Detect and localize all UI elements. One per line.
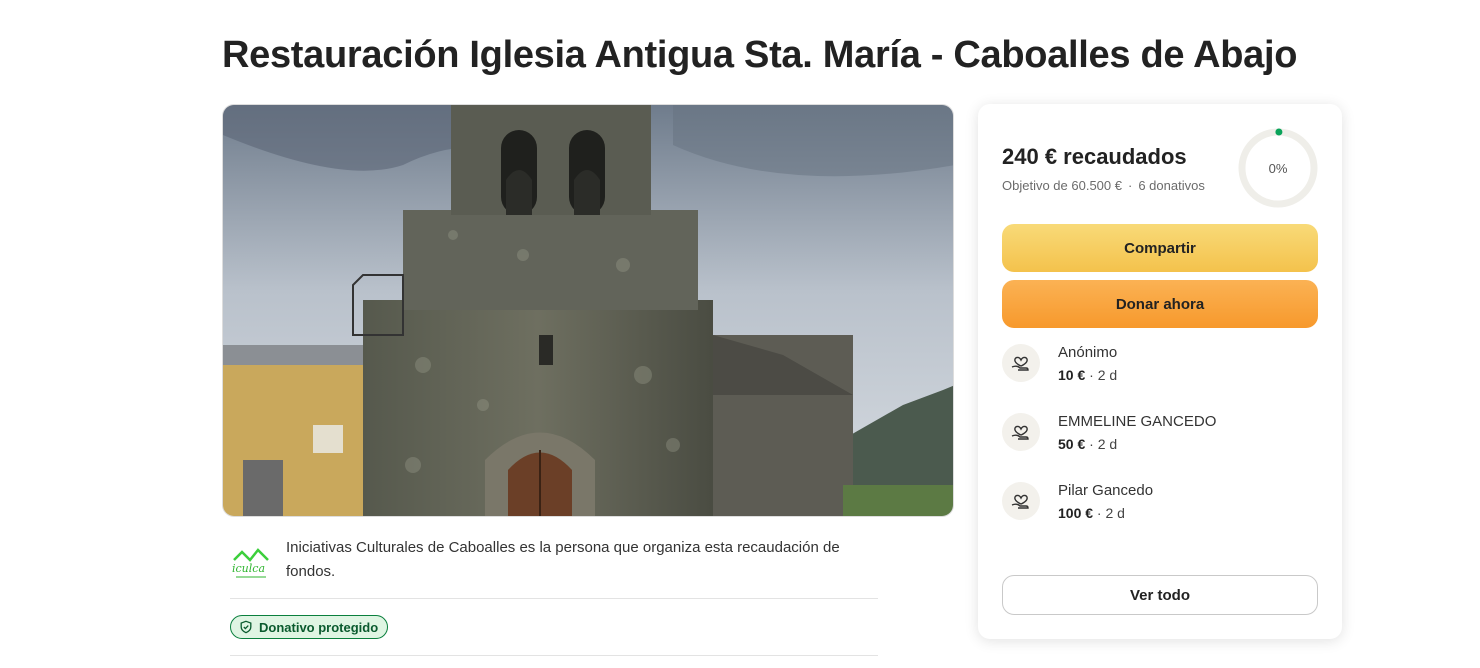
donation-amount: 50 € [1058, 436, 1086, 452]
donor-name: Pilar Gancedo [1058, 482, 1154, 499]
organizer-text: Iniciativas Culturales de Caboalles es l… [286, 539, 840, 580]
donation-card: 240 € recaudados Objetivo de 60.500 € · 6 … [978, 104, 1342, 639]
donation-time: · 2 d [1093, 505, 1125, 521]
shield-check-icon [240, 620, 252, 634]
campaign-meta: Objetivo de 60.500 € · 6 donativos [1002, 178, 1205, 193]
divider [230, 598, 878, 599]
progress-label: 0% [1268, 160, 1288, 176]
donation-time: · 2 d [1085, 367, 1118, 383]
donation-time: · 2 d [1085, 436, 1118, 452]
amount-raised: 240 € recaudados [1002, 144, 1187, 169]
view-all-button[interactable]: Ver todo [1002, 575, 1318, 615]
protected-label: Donativo protegido [259, 619, 379, 635]
protected-donation-badge[interactable]: Donativo protegido [230, 615, 389, 639]
donor-list-item: Pilar Gancedo 100 € · 2 d [1002, 482, 1318, 532]
donation-amount: 10 € [1058, 367, 1086, 383]
heart-hand-icon [1002, 344, 1040, 382]
donor-amount: 50 € · 2 d [1058, 436, 1117, 452]
organizer-info: iculca Iniciativas Culturales de Caboall… [230, 536, 880, 598]
donor-name: Anónimo [1058, 344, 1118, 361]
divider [230, 655, 878, 656]
donor-list-item: EMMELINE GANCEDO 50 € · 2 d [1002, 413, 1318, 463]
campaign-hero-image [222, 104, 954, 517]
heart-hand-icon [1002, 413, 1040, 451]
donor-amount: 10 € · 2 d [1058, 367, 1117, 383]
goal-text: Objetivo de 60.500 € [1002, 178, 1122, 193]
donate-now-button[interactable]: Donar ahora [1002, 280, 1318, 328]
donor-amount: 100 € · 2 d [1058, 505, 1125, 521]
meta-separator: · [1127, 178, 1133, 193]
svg-text:iculca: iculca [232, 562, 265, 575]
organizer-logo: iculca [230, 542, 272, 584]
donor-list-item: Anónimo 10 € · 2 d [1002, 344, 1318, 394]
donation-amount: 100 € [1058, 505, 1094, 521]
heart-hand-icon [1002, 482, 1040, 520]
share-button[interactable]: Compartir [1002, 224, 1318, 272]
donor-name: EMMELINE GANCEDO [1058, 413, 1217, 430]
donations-count: 6 donativos [1138, 178, 1205, 193]
campaign-title: Restauración Iglesia Antigua Sta. María … [222, 34, 1298, 76]
